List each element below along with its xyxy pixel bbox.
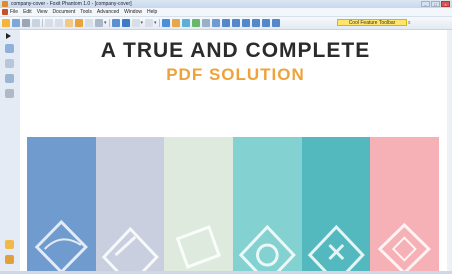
menu-advanced[interactable]: Advanced — [97, 9, 119, 15]
menu-document[interactable]: Document — [52, 9, 75, 15]
cool-feature-toolbar-button[interactable]: Cool Feature Toolbar — [337, 19, 407, 26]
page-layout-icon-5[interactable] — [261, 19, 270, 27]
expand-panel-icon[interactable] — [6, 33, 11, 39]
maximize-button[interactable]: □ — [431, 1, 440, 7]
bookmarks-icon[interactable] — [5, 44, 14, 53]
menu-edit[interactable]: Edit — [23, 9, 32, 15]
snapshot-icon[interactable] — [85, 19, 93, 27]
close-button[interactable]: × — [441, 1, 450, 7]
select-text-icon[interactable] — [75, 19, 83, 27]
toolbar-separator — [42, 19, 43, 27]
fit-page-icon[interactable] — [111, 19, 120, 27]
menu-tools[interactable]: Tools — [80, 9, 92, 15]
menu-bar: File Edit View Document Tools Advanced W… — [0, 8, 452, 17]
document-page[interactable]: A TRUE AND COMPLETE PDF SOLUTION — [20, 30, 451, 271]
menu-file[interactable]: File — [10, 9, 18, 15]
cover-stripe-2 — [95, 137, 165, 271]
minimize-button[interactable]: – — [421, 1, 430, 7]
form-icon[interactable] — [211, 19, 220, 27]
save-icon[interactable] — [12, 19, 20, 27]
cover-stripe-4 — [233, 137, 302, 271]
vertical-scrollbar[interactable] — [447, 30, 451, 271]
layers-icon[interactable] — [5, 74, 14, 83]
redo-icon[interactable] — [55, 19, 63, 27]
window-controls: – □ × — [421, 1, 450, 7]
cover-stripe-5 — [301, 137, 371, 271]
pages-icon[interactable] — [5, 59, 14, 68]
zoom-in-dropdown-icon[interactable]: ▾ — [154, 20, 157, 26]
cover-stripe-3 — [164, 137, 234, 271]
cover-stripe-6 — [370, 137, 440, 271]
single-page-icon[interactable] — [161, 19, 170, 27]
page-layout-icon-3[interactable] — [241, 19, 250, 27]
document-subline: PDF SOLUTION — [166, 65, 305, 84]
toolbar-separator — [108, 19, 110, 27]
close-toolbar-icon[interactable]: x — [408, 20, 411, 26]
fit-width-icon[interactable] — [121, 19, 130, 27]
page-layout-icon-1[interactable] — [221, 19, 230, 27]
zoom-out-icon[interactable] — [131, 19, 140, 27]
rotate-icon[interactable] — [181, 19, 190, 27]
menu-help[interactable]: Help — [147, 9, 157, 15]
attachments-icon[interactable] — [5, 89, 14, 98]
typewriter-icon[interactable] — [191, 19, 200, 27]
hand-tool-icon[interactable] — [65, 19, 73, 27]
app-menu-icon[interactable] — [2, 9, 8, 15]
window-title: company-cover - Foxit Phantom 1.0 - [com… — [11, 1, 132, 7]
app-icon — [2, 1, 8, 7]
page-layout-icon-6[interactable] — [271, 19, 280, 27]
continuous-icon[interactable] — [171, 19, 180, 27]
cover-graphic — [27, 137, 440, 271]
menu-window[interactable]: Window — [124, 9, 142, 15]
page-layout-icon-4[interactable] — [251, 19, 260, 27]
title-bar: company-cover - Foxit Phantom 1.0 - [com… — [0, 0, 452, 8]
zoom-in-icon[interactable] — [145, 19, 154, 27]
email-icon[interactable] — [32, 19, 40, 27]
navigation-panel — [0, 30, 21, 270]
attachment-panel-icon[interactable] — [5, 255, 14, 264]
annotations-icon[interactable] — [5, 240, 14, 249]
zoom-dropdown-icon[interactable]: ▾ — [104, 20, 107, 26]
document-headline: A TRUE AND COMPLETE — [100, 39, 371, 62]
zoom-out-dropdown-icon[interactable]: ▾ — [141, 20, 144, 26]
zoom-icon[interactable] — [95, 19, 103, 27]
comment-icon[interactable] — [201, 19, 210, 27]
cover-stripe-1 — [27, 137, 96, 271]
undo-icon[interactable] — [45, 19, 53, 27]
open-folder-icon[interactable] — [2, 19, 10, 27]
menu-view[interactable]: View — [37, 9, 48, 15]
print-icon[interactable] — [22, 19, 30, 27]
page-layout-icon-2[interactable] — [231, 19, 240, 27]
toolbar-separator — [158, 19, 160, 27]
